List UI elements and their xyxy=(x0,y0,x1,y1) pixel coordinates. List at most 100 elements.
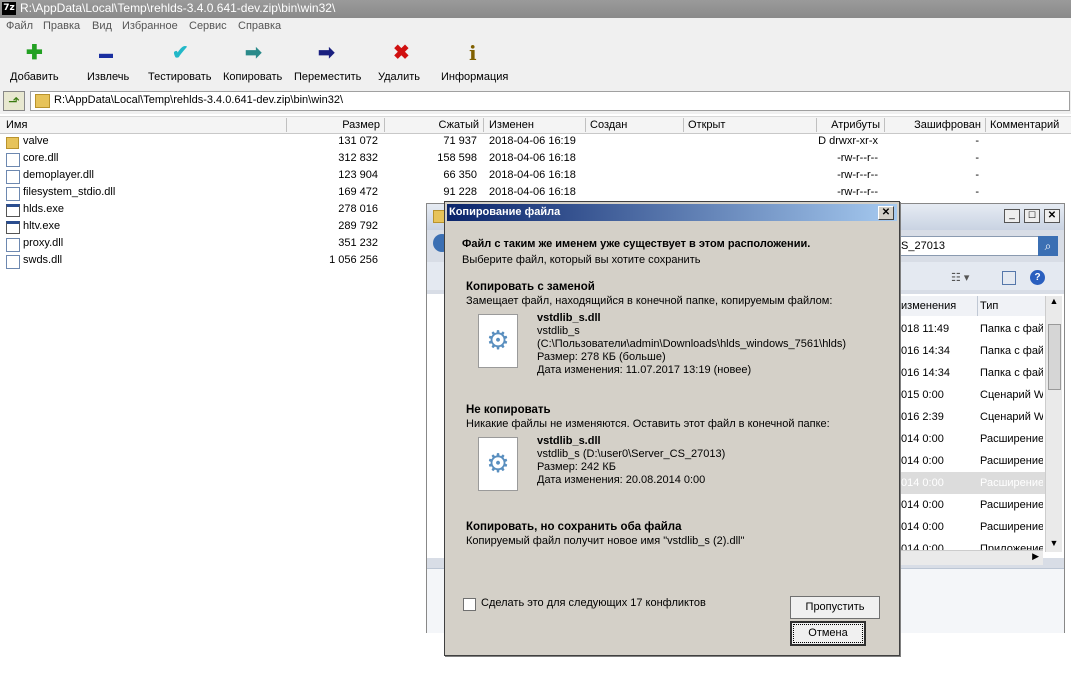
file-size: 1 056 256 xyxy=(329,254,378,266)
explorer-row-type: Сценарий Wi xyxy=(980,389,1043,401)
col-date-changed[interactable]: изменения xyxy=(899,296,978,316)
scroll-right-icon[interactable]: ▶ xyxy=(1032,551,1039,562)
file-size: 131 072 xyxy=(338,135,378,147)
skip-button[interactable]: Пропустить xyxy=(790,596,880,619)
explorer-row-date: 014 0:00 xyxy=(901,433,944,445)
explorer-row-type: Расширение xyxy=(980,521,1043,533)
source-file-path: (C:\Пользователи\admin\Downloads\hlds_wi… xyxy=(537,338,847,350)
col-modified[interactable]: Изменен xyxy=(484,118,586,132)
file-encrypted: - xyxy=(975,135,979,147)
cancel-button[interactable]: Отмена xyxy=(790,621,866,646)
title-bar: 7z R:\AppData\Local\Temp\rehlds-3.4.0.64… xyxy=(0,0,1071,18)
explorer-row-type: Расширение xyxy=(980,433,1043,445)
option-skip-title: Не копировать xyxy=(466,404,551,416)
option-skip[interactable]: Не копировать Никакие файлы не изменяютс… xyxy=(459,401,879,501)
col-accessed[interactable]: Открыт xyxy=(683,118,817,132)
preview-pane-icon[interactable] xyxy=(1002,271,1016,285)
menu-favorites[interactable]: Избранное xyxy=(122,20,178,32)
explorer-row[interactable]: 018 11:49 Папка с фай xyxy=(899,318,1045,340)
vertical-scrollbar[interactable]: ▲ ▼ xyxy=(1045,296,1062,552)
explorer-row[interactable]: 014 0:00 Расширение xyxy=(899,428,1045,450)
option-replace-title: Копировать с заменой xyxy=(466,281,595,293)
view-options-icon[interactable]: ☷ ▾ xyxy=(951,271,969,284)
dll-file-icon xyxy=(6,187,20,201)
menu-edit[interactable]: Правка xyxy=(43,20,80,32)
window-title: R:\AppData\Local\Temp\rehlds-3.4.0.641-d… xyxy=(20,1,336,15)
menu-view[interactable]: Вид xyxy=(92,20,112,32)
explorer-row[interactable]: 016 14:34 Папка с фай xyxy=(899,340,1045,362)
col-comment[interactable]: Комментарий xyxy=(986,118,1070,132)
option-keep-both-title: Копировать, но сохранить оба файла xyxy=(466,521,682,533)
search-box[interactable]: S_27013 xyxy=(897,236,1040,256)
copy-label: Копировать xyxy=(223,71,283,83)
col-created[interactable]: Создан xyxy=(585,118,684,132)
gear-icon: ⚙ xyxy=(486,325,510,355)
dll-file-icon xyxy=(6,170,20,184)
explorer-row[interactable]: 016 14:34 Папка с фай xyxy=(899,362,1045,384)
minimize-button[interactable]: _ xyxy=(1004,209,1020,223)
help-icon[interactable]: ? xyxy=(1030,270,1045,285)
scroll-down-icon[interactable]: ▼ xyxy=(1047,538,1061,552)
dest-file-name: vstdlib_s.dll xyxy=(537,435,601,447)
file-row[interactable]: core.dll 312 832 158 598 2018-04-06 16:18 -r… xyxy=(0,150,1071,167)
option-keep-both[interactable]: Копировать, но сохранить оба файла Копир… xyxy=(459,518,879,554)
menu-file[interactable]: Файл xyxy=(6,20,33,32)
file-modified: 2018-04-06 16:18 xyxy=(489,169,576,181)
dialog-heading: Файл с таким же именем уже существует в … xyxy=(462,238,811,250)
copy-arrow-icon: ➡ xyxy=(245,42,262,64)
col-name[interactable]: Имя xyxy=(0,118,287,132)
address-input[interactable]: R:\AppData\Local\Temp\rehlds-3.4.0.641-d… xyxy=(30,91,1070,111)
up-folder-button[interactable]: ⬏ xyxy=(3,91,25,111)
file-encrypted: - xyxy=(975,169,979,181)
explorer-row[interactable]: 014 0:00 Расширение xyxy=(899,472,1045,494)
file-name: proxy.dll xyxy=(23,237,64,249)
explorer-row[interactable]: 014 0:00 Расширение xyxy=(899,494,1045,516)
dll-file-icon xyxy=(6,238,20,252)
col-encrypted[interactable]: Зашифрован xyxy=(885,118,986,132)
file-row[interactable]: demoplayer.dll 123 904 66 350 2018-04-06 16… xyxy=(0,167,1071,184)
col-packed[interactable]: Сжатый xyxy=(385,118,484,132)
horizontal-scrollbar[interactable]: ▶ xyxy=(899,550,1043,565)
up-arrow-icon: ⬏ xyxy=(8,93,20,109)
scroll-thumb[interactable] xyxy=(1048,324,1061,390)
search-icon[interactable]: ⌕ xyxy=(1038,236,1058,256)
file-encrypted: - xyxy=(975,152,979,164)
add-label: Добавить xyxy=(10,71,59,83)
apply-all-checkbox[interactable] xyxy=(463,598,476,611)
scroll-up-icon[interactable]: ▲ xyxy=(1047,296,1061,310)
explorer-row[interactable]: 014 0:00 Расширение xyxy=(899,450,1045,472)
explorer-row[interactable]: 016 2:39 Сценарий Wi xyxy=(899,406,1045,428)
file-icon: ⚙ xyxy=(478,437,518,491)
option-replace[interactable]: Копировать с заменой Замещает файл, нахо… xyxy=(459,278,879,388)
apply-all-label[interactable]: Сделать это для следующих 17 конфликтов xyxy=(481,597,706,609)
file-name: hltv.exe xyxy=(23,220,61,232)
file-modified: 2018-04-06 16:19 xyxy=(489,135,576,147)
explorer-row-type: Сценарий Wi xyxy=(980,411,1043,423)
source-file-date: Дата изменения: 11.07.2017 13:19 (новее) xyxy=(537,364,752,376)
explorer-row-date: 018 11:49 xyxy=(901,323,950,335)
extract-label: Извлечь xyxy=(87,71,130,83)
app-icon: 7z xyxy=(2,2,16,15)
col-size[interactable]: Размер xyxy=(286,118,385,132)
file-name: swds.dll xyxy=(23,254,63,266)
explorer-row-date: 014 0:00 xyxy=(901,521,944,533)
maximize-button[interactable]: ☐ xyxy=(1024,209,1040,223)
column-header: Имя Размер Сжатый Изменен Создан Открыт … xyxy=(0,116,1071,134)
col-attributes[interactable]: Атрибуты xyxy=(816,118,885,132)
file-row[interactable]: filesystem_stdio.dll 169 472 91 228 2018-04… xyxy=(0,184,1071,201)
file-size: 278 016 xyxy=(338,203,378,215)
dest-file-size: Размер: 242 КБ xyxy=(537,461,616,473)
file-packed-size: 66 350 xyxy=(443,169,477,181)
menu-tools[interactable]: Сервис xyxy=(189,20,227,32)
file-row[interactable]: valve 131 072 71 937 2018-04-06 16:19 D drwx… xyxy=(0,133,1071,150)
file-size: 351 232 xyxy=(338,237,378,249)
dialog-close-button[interactable]: ✕ xyxy=(878,206,894,220)
close-button[interactable]: ✕ xyxy=(1044,209,1060,223)
explorer-row[interactable]: 014 0:00 Расширение xyxy=(899,516,1045,538)
dll-file-icon xyxy=(6,153,20,167)
col-type[interactable]: Тип xyxy=(978,296,1046,316)
explorer-row[interactable]: 015 0:00 Сценарий Wi xyxy=(899,384,1045,406)
file-name: filesystem_stdio.dll xyxy=(23,186,116,198)
menu-help[interactable]: Справка xyxy=(238,20,281,32)
dialog-subheading: Выберите файл, который вы хотите сохрани… xyxy=(462,254,701,266)
